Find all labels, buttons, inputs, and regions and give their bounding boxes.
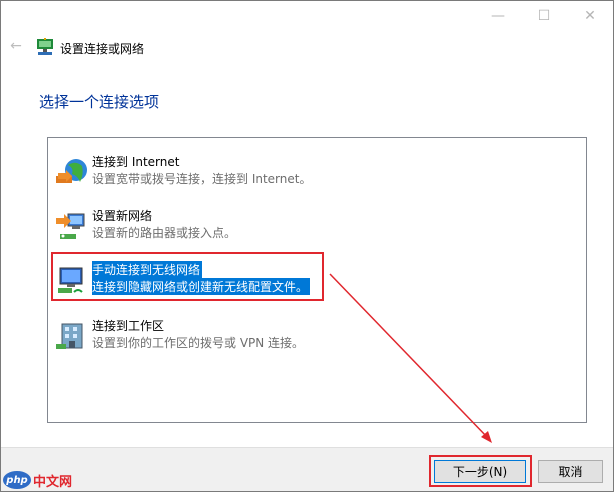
cancel-button[interactable]: 取消: [538, 460, 603, 483]
watermark-text: 中文网: [33, 474, 73, 490]
cancel-button-label: 取消: [558, 465, 583, 479]
watermark-logo: php: [3, 471, 31, 489]
setup-connection-window: — ☐ ✕ ← 设置连接或网络 选择一个连接选项 连接到 Internet 设置…: [0, 0, 614, 492]
annotation-box-next-button: [429, 455, 532, 487]
annotation-arrow: [329, 273, 492, 443]
watermark: php 中文网: [3, 469, 72, 491]
